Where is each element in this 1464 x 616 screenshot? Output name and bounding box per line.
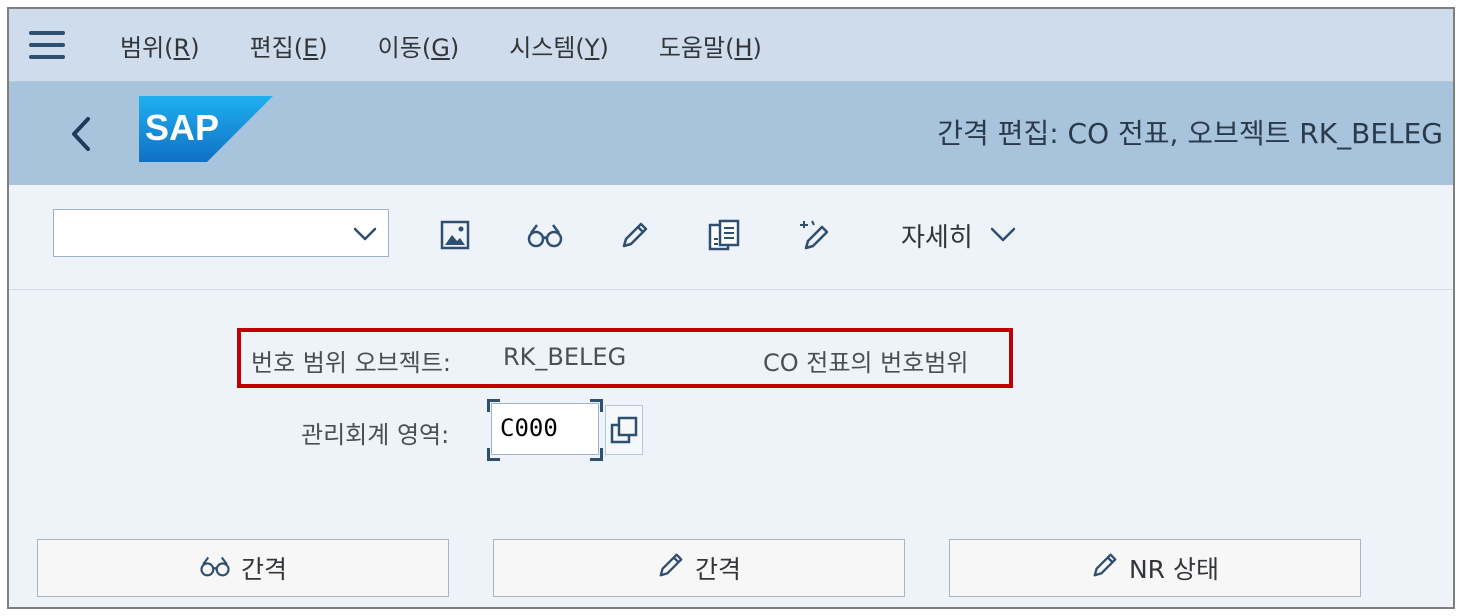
nr-object-label: 번호 범위 오브젝트:: [251, 349, 451, 377]
change-intervals-label: 간격: [694, 555, 741, 584]
value-help-icon[interactable]: [605, 405, 643, 455]
toolbar: 자세히: [9, 185, 1453, 290]
more-label: 자세히: [901, 223, 973, 253]
pencil-icon: [657, 551, 685, 585]
controlling-area-label: 관리회계 영역:: [301, 421, 450, 449]
nr-status-label: NR 상태: [1128, 555, 1220, 584]
pencil-icon[interactable]: [615, 215, 655, 255]
glasses-icon[interactable]: [525, 215, 565, 255]
glasses-icon: [199, 554, 231, 583]
title-bar: SAP 간격 편집: CO 전표, 오브젝트 RK_BELEG: [9, 82, 1453, 185]
hamburger-menu-icon[interactable]: [29, 31, 65, 59]
menu-item-range[interactable]: 범위(R): [120, 28, 200, 63]
menu-item-edit[interactable]: 편집(E): [250, 28, 328, 63]
sap-logo: SAP: [139, 96, 273, 166]
pencil-icon: [1091, 551, 1119, 585]
svg-text:SAP: SAP: [145, 107, 219, 148]
menu-item-help[interactable]: 도움말(H): [659, 28, 762, 63]
back-chevron-icon[interactable]: [61, 112, 101, 156]
menu-item-goto[interactable]: 이동(G): [378, 28, 460, 63]
menu-item-system[interactable]: 시스템(Y): [509, 28, 609, 63]
page-title: 간격 편집: CO 전표, 오브젝트 RK_BELEG: [937, 117, 1443, 150]
nr-object-description: CO 전표의 번호범위: [763, 349, 969, 377]
more-menu-button[interactable]: 자세히: [901, 217, 1017, 254]
controlling-area-input[interactable]: C000: [491, 403, 599, 455]
chevron-down-icon: [352, 222, 378, 248]
nr-object-value: RK_BELEG: [503, 343, 627, 371]
chevron-down-icon: [989, 221, 1017, 251]
menu-bar: 범위(R) 편집(E) 이동(G) 시스템(Y) 도움말(H): [9, 9, 1453, 82]
sap-window: 범위(R) 편집(E) 이동(G) 시스템(Y) 도움말(H) SAP 간격 편…: [7, 7, 1455, 609]
change-intervals-button[interactable]: 간격: [493, 539, 905, 597]
documents-icon[interactable]: [705, 215, 745, 255]
command-dropdown[interactable]: [53, 209, 389, 257]
controlling-area-input-wrap: C000: [487, 399, 603, 461]
nr-status-button[interactable]: NR 상태: [949, 539, 1361, 597]
image-icon[interactable]: [435, 215, 475, 255]
display-intervals-button[interactable]: 간격: [37, 539, 449, 597]
magic-pencil-icon[interactable]: [795, 215, 835, 255]
display-intervals-label: 간격: [240, 555, 287, 584]
